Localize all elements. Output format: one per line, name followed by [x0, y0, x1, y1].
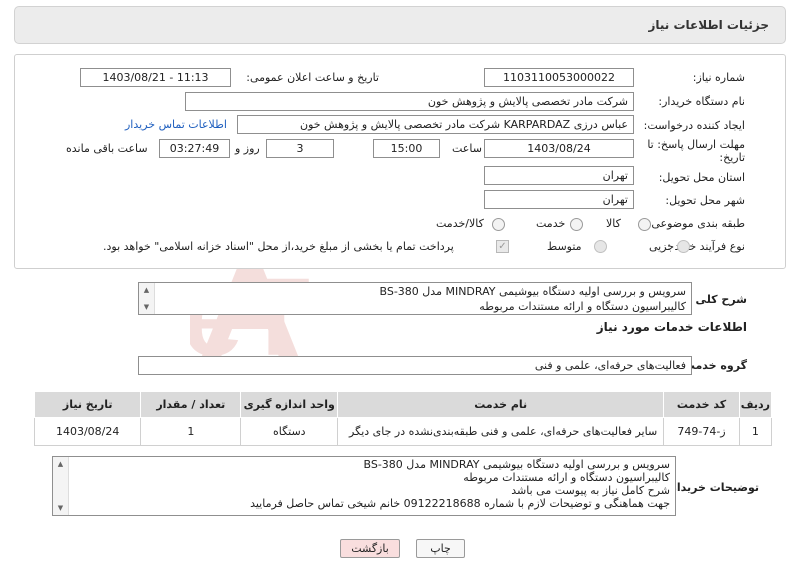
- row-code: ز-74-749: [663, 417, 740, 446]
- announce-datetime-field[interactable]: 1403/08/21 - 11:13: [80, 68, 231, 87]
- buyer-notes-label: توضیحات خریدار:: [666, 481, 759, 494]
- category-goods-label: کالا: [606, 217, 621, 230]
- need-number-label: شماره نیاز:: [692, 71, 745, 84]
- deadline-date-field[interactable]: 1403/08/24: [484, 139, 634, 158]
- scroll-down-icon[interactable]: ▼: [139, 300, 154, 314]
- category-service-label: خدمت: [536, 217, 566, 230]
- days-label: روز و: [235, 142, 260, 155]
- process-minor-radio[interactable]: [677, 240, 690, 253]
- col-unit: واحد اندازه گیری: [240, 391, 339, 418]
- deadline-label: مهلت ارسال پاسخ: تا: [647, 138, 745, 151]
- category-label: طبقه بندی موضوعی:: [647, 217, 745, 230]
- summary-line: کالیبراسیون دستگاه و ارائه مستندات مربوط…: [479, 300, 686, 313]
- city-field[interactable]: تهران: [484, 190, 634, 209]
- remaining-days-field[interactable]: 3: [266, 139, 334, 158]
- buyer-notes-line: کالیبراسیون دستگاه و ارائه مستندات مربوط…: [463, 471, 670, 484]
- services-table: ردیف کد خدمت نام خدمت واحد اندازه گیری ت…: [33, 391, 773, 446]
- buyer-notes-line: سرویس و بررسی اولیه دستگاه بیوشیمی MINDR…: [363, 458, 671, 471]
- need-number-field[interactable]: 1103110053000022: [484, 68, 634, 87]
- back-button[interactable]: بازگشت: [340, 539, 400, 558]
- buyer-org-field[interactable]: شرکت مادر تخصصی پالایش و پژوهش خون: [185, 92, 634, 111]
- print-button[interactable]: چاپ: [416, 539, 465, 558]
- remaining-time-label: ساعت باقی مانده: [66, 142, 148, 155]
- services-section-title: اطلاعات خدمات مورد نیاز: [596, 320, 747, 334]
- payment-note: پرداخت تمام یا بخشی از مبلغ خرید،از محل …: [103, 240, 454, 253]
- buyer-notes-scrollbar[interactable]: ▲ ▼: [53, 457, 69, 515]
- process-minor-label: جزیی: [649, 240, 675, 253]
- col-index: ردیف: [738, 391, 773, 418]
- province-field[interactable]: تهران: [484, 166, 634, 185]
- summary-textarea[interactable]: ▲ ▼ سرویس و بررسی اولیه دستگاه بیوشیمی M…: [138, 282, 692, 315]
- row-date: 1403/08/24: [33, 417, 142, 446]
- category-goods-service-radio[interactable]: [492, 218, 505, 231]
- row-service-name: سایر فعالیت‌های حرفه‌ای، علمی و فنی طبقه…: [337, 417, 665, 446]
- scroll-up-icon[interactable]: ▲: [139, 283, 154, 297]
- page-title: جزئیات اطلاعات نیاز: [648, 18, 769, 32]
- category-service-radio[interactable]: [570, 218, 583, 231]
- deadline-time-field[interactable]: 15:00: [373, 139, 440, 158]
- col-date: تاریخ نیاز: [33, 391, 142, 418]
- buyer-notes-line: جهت هماهنگی و توضیحات لازم با شماره 0912…: [250, 497, 670, 510]
- buyer-notes-line: شرح کامل نیاز به پیوست می باشد: [511, 484, 670, 497]
- page-header: جزئیات اطلاعات نیاز: [14, 6, 786, 44]
- col-name: نام خدمت: [337, 391, 665, 418]
- buyer-org-label: نام دستگاه خریدار:: [658, 95, 745, 108]
- process-medium-label: متوسط: [547, 240, 582, 253]
- province-label: استان محل تحویل:: [658, 171, 745, 184]
- buyer-notes-textarea[interactable]: ▲ ▼ سرویس و بررسی اولیه دستگاه بیوشیمی M…: [52, 456, 676, 516]
- announce-datetime-label: تاریخ و ساعت اعلان عمومی:: [246, 71, 379, 84]
- col-code: کد خدمت: [663, 391, 740, 418]
- scroll-down-icon[interactable]: ▼: [53, 501, 68, 515]
- deadline-date-label: تاریخ:: [719, 151, 745, 164]
- category-goods-radio[interactable]: [638, 218, 651, 231]
- buyer-contact-link[interactable]: اطلاعات تماس خریدار: [125, 118, 227, 131]
- row-unit: دستگاه: [240, 417, 339, 446]
- creator-field[interactable]: عباس درزی KARPARDAZ شرکت مادر تخصصی پالا…: [237, 115, 634, 134]
- table-row: 1 ز-74-749 سایر فعالیت‌های حرفه‌ای، علمی…: [33, 417, 773, 446]
- category-goods-service-label: کالا/خدمت: [436, 217, 484, 230]
- service-group-field[interactable]: فعالیت‌های حرفه‌ای، علمی و فنی: [138, 356, 692, 375]
- process-medium-radio[interactable]: [594, 240, 607, 253]
- summary-line: سرویس و بررسی اولیه دستگاه بیوشیمی MINDR…: [379, 285, 687, 298]
- treasury-checkbox[interactable]: ✓: [496, 240, 509, 253]
- city-label: شهر محل تحویل:: [665, 194, 745, 207]
- table-header-row: ردیف کد خدمت نام خدمت واحد اندازه گیری ت…: [33, 391, 773, 418]
- summary-scrollbar[interactable]: ▲ ▼: [139, 283, 155, 314]
- col-quantity: تعداد / مقدار: [140, 391, 242, 418]
- row-index: 1: [738, 417, 773, 446]
- scroll-up-icon[interactable]: ▲: [53, 457, 68, 471]
- row-quantity: 1: [140, 417, 242, 446]
- creator-label: ایجاد کننده درخواست:: [643, 119, 745, 132]
- remaining-time-field[interactable]: 03:27:49: [159, 139, 230, 158]
- deadline-time-label: ساعت: [452, 142, 482, 155]
